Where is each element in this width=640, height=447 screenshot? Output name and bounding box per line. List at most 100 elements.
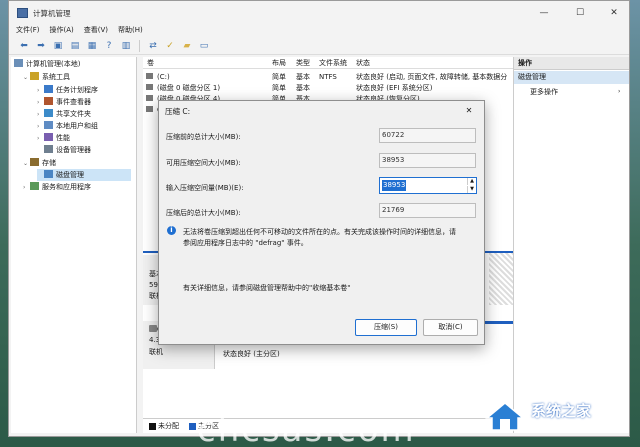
col-volume[interactable]: 卷: [147, 57, 154, 69]
col-type[interactable]: 类型: [296, 57, 310, 69]
console-tree: 计算机管理(本地) ⌄ 系统工具 › 任务计划程序 › 事件查看器 › 共享文件夹 › 本地用户和…: [11, 57, 137, 433]
minimize-button[interactable]: —: [529, 4, 559, 22]
expand-chevron-icon[interactable]: ⌄: [23, 72, 30, 84]
maximize-button[interactable]: ☐: [565, 4, 595, 22]
expand-chevron-icon[interactable]: ›: [23, 182, 30, 194]
unallocated-swatch: [149, 423, 156, 430]
shrink-amount-value: 38953: [382, 180, 407, 191]
help-icon[interactable]: ?: [102, 40, 116, 53]
menu-action[interactable]: 操作(A): [50, 25, 74, 37]
tree-item-label: 任务计划程序: [56, 86, 98, 94]
shrink-dialog: 压缩 C: ✕ 压缩前的总计大小(MB): 60722 可用压缩空间大小(MB)…: [158, 100, 485, 345]
tree-item[interactable]: › 性能: [37, 132, 70, 144]
tree-item-label: 服务和应用程序: [42, 183, 91, 191]
tree-item[interactable]: › 服务和应用程序: [23, 181, 91, 193]
folder-icon[interactable]: ▰: [180, 40, 194, 53]
node-icon: [30, 158, 39, 166]
view-icon[interactable]: ▭: [197, 40, 211, 53]
dvd-drive-icon: [149, 325, 157, 332]
size-before-value: 60722: [379, 128, 476, 143]
properties-icon[interactable]: ▦: [85, 40, 99, 53]
shrink-button[interactable]: 压缩(S): [355, 319, 417, 336]
forward-icon[interactable]: ➡: [34, 40, 48, 53]
tree-item[interactable]: › 事件查看器: [37, 96, 91, 108]
tree-item-label: 事件查看器: [56, 98, 91, 106]
actions-pane: 操作 磁盘管理 更多操作 ›: [513, 57, 629, 433]
connect-icon[interactable]: ⇄: [146, 40, 160, 53]
toolbar-separator: [139, 40, 140, 52]
actions-header: 操作: [514, 57, 629, 70]
node-icon: [44, 121, 53, 129]
node-icon: [44, 133, 53, 141]
node-icon: [30, 182, 39, 190]
tree-item[interactable]: 设备管理器: [37, 144, 91, 156]
tree-root-label: 计算机管理(本地): [26, 60, 81, 68]
dialog-title: 压缩 C:: [165, 107, 191, 116]
volume-icon: [146, 95, 153, 101]
brand-url: XITONGZHIJIA.NET: [531, 422, 599, 430]
tree-item[interactable]: ⌄ 存储: [23, 157, 56, 169]
node-icon: [44, 145, 53, 153]
size-after-label: 压缩后的总计大小(MB):: [166, 209, 241, 217]
more-actions[interactable]: 更多操作: [530, 86, 558, 99]
site-watermark: chcsas.com: [197, 410, 416, 447]
spin-up-icon[interactable]: ▲: [467, 178, 476, 185]
toolbar: ⬅ ➡ ▣ ▤ ▦ ? ▥ ⇄ ✓ ▰ ▭: [9, 38, 629, 55]
tree-item-label: 系统工具: [42, 73, 70, 81]
house-logo-icon: [485, 402, 525, 431]
list-icon[interactable]: ▥: [119, 40, 133, 53]
volume-row[interactable]: (C:) 简单 基本 NTFS 状态良好 (启动, 页面文件, 故障转储, 基本数据分: [143, 71, 519, 82]
tree-root[interactable]: 计算机管理(本地): [14, 58, 80, 70]
expand-chevron-icon[interactable]: ⌄: [23, 158, 30, 170]
computer-icon: [14, 59, 23, 67]
col-status[interactable]: 状态: [356, 57, 370, 69]
menu-file[interactable]: 文件(F): [16, 25, 40, 37]
menu-view[interactable]: 查看(V): [84, 25, 108, 37]
node-icon: [44, 85, 53, 93]
help-text: 有关详细信息，请参阅磁盘管理帮助中的"收缩基本卷": [183, 284, 351, 292]
node-icon: [44, 109, 53, 117]
available-space-label: 可用压缩空间大小(MB):: [166, 159, 241, 167]
brand-watermark: 系统之家 XITONGZHIJIA.NET: [485, 396, 631, 438]
title-bar: 计算机管理 — ☐ ✕: [9, 1, 629, 25]
check-icon[interactable]: ✓: [163, 40, 177, 53]
volume-icon: [146, 73, 153, 79]
col-filesystem[interactable]: 文件系统: [319, 57, 347, 69]
dvd-volume-status: 状态良好 (主分区): [223, 350, 280, 358]
menu-help[interactable]: 帮助(H): [118, 25, 143, 37]
shrink-amount-input[interactable]: 38953 ▲ ▼: [379, 177, 477, 194]
window-title: 计算机管理: [33, 9, 71, 18]
more-actions-arrow-icon: ›: [618, 88, 621, 95]
actions-disk-management[interactable]: 磁盘管理: [514, 71, 629, 84]
tree-item-label: 存储: [42, 159, 56, 167]
shrink-amount-label: 输入压缩空间量(MB)(E):: [166, 184, 244, 192]
tree-item-label: 设备管理器: [56, 146, 91, 154]
tree-item[interactable]: › 本地用户和组: [37, 120, 98, 132]
tree-item[interactable]: › 任务计划程序: [37, 84, 98, 96]
node-icon: [30, 72, 39, 80]
node-icon: [44, 170, 53, 178]
brand-name: 系统之家: [531, 402, 592, 420]
available-space-value: 38953: [379, 153, 476, 168]
tree-item[interactable]: › 共享文件夹: [37, 108, 91, 120]
menu-bar: 文件(F) 操作(A) 查看(V) 帮助(H): [9, 25, 629, 37]
close-button[interactable]: ✕: [599, 4, 629, 22]
info-line-1: 无法将卷压缩到超出任何不可移动的文件所在的点。有关完成该操作时间的详细信息，请: [183, 228, 456, 236]
cancel-button[interactable]: 取消(C): [423, 319, 478, 336]
tree-item-label: 磁盘管理: [56, 171, 84, 179]
console-tree-icon[interactable]: ▤: [68, 40, 82, 53]
volume-row[interactable]: (磁盘 0 磁盘分区 1) 简单 基本 状态良好 (EFI 系统分区): [143, 82, 519, 93]
spin-down-icon[interactable]: ▼: [467, 186, 476, 193]
back-icon[interactable]: ⬅: [17, 40, 31, 53]
volume-list-header: 卷 布局 类型 文件系统 状态: [143, 57, 519, 69]
legend-unallocated: 未分配: [158, 422, 179, 430]
tree-item-label: 共享文件夹: [56, 110, 91, 118]
tree-item[interactable]: ⌄ 系统工具: [23, 71, 70, 83]
tree-item[interactable]: 磁盘管理: [37, 169, 131, 181]
size-before-label: 压缩前的总计大小(MB):: [166, 133, 241, 141]
volume-icon: [146, 84, 153, 90]
info-icon: i: [167, 226, 176, 235]
col-layout[interactable]: 布局: [272, 57, 286, 69]
up-folder-icon[interactable]: ▣: [51, 40, 65, 53]
dialog-close-button[interactable]: ✕: [459, 104, 479, 118]
